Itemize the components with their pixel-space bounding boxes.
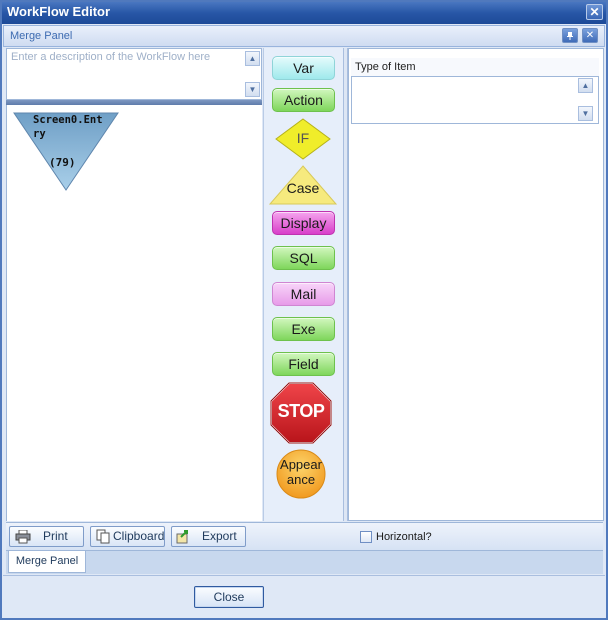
tab-strip — [6, 550, 603, 574]
footer — [3, 575, 605, 618]
scroll-down-icon[interactable]: ▼ — [245, 82, 260, 97]
export-button[interactable]: Export — [171, 526, 246, 547]
var-button[interactable]: Var — [272, 56, 335, 80]
horizontal-checkbox[interactable] — [360, 531, 372, 543]
stop-label: STOP — [277, 401, 325, 421]
window-title: WorkFlow Editor — [0, 0, 608, 24]
horizontal-label: Horizontal? — [376, 531, 432, 543]
panel-header-title: Merge Panel — [3, 25, 605, 47]
clipboard-button[interactable]: Clipboard — [90, 526, 165, 547]
if-label: IF — [296, 130, 310, 146]
type-of-item-field[interactable] — [351, 76, 599, 124]
display-button[interactable]: Display — [272, 211, 335, 235]
pin-icon[interactable] — [562, 28, 578, 43]
node-count: (79) — [49, 156, 76, 169]
sql-button[interactable]: SQL — [272, 246, 335, 270]
exe-button[interactable]: Exe — [272, 317, 335, 341]
printer-icon — [15, 530, 31, 544]
print-button[interactable]: Print — [9, 526, 84, 547]
clipboard-label: Clipboard — [113, 529, 165, 543]
window-close-button[interactable]: ✕ — [586, 4, 603, 20]
description-placeholder: Enter a description of the WorkFlow here — [11, 51, 211, 63]
scroll-up-icon[interactable]: ▲ — [245, 51, 260, 66]
mail-button[interactable]: Mail — [272, 282, 335, 306]
panel-close-icon[interactable]: ✕ — [582, 28, 598, 43]
close-button[interactable]: Close — [194, 586, 264, 608]
export-label: Export — [202, 529, 237, 543]
node-label: Screen0.Entry — [33, 114, 103, 140]
field-button[interactable]: Field — [272, 352, 335, 376]
print-label: Print — [43, 529, 68, 543]
case-label: Case — [286, 180, 320, 196]
type-of-item-label: Type of Item — [351, 58, 599, 76]
type-scroll-up-icon[interactable]: ▲ — [578, 78, 593, 93]
appearance-label: Appearance — [280, 457, 322, 487]
description-input[interactable]: Enter a description of the WorkFlow here — [6, 48, 262, 100]
action-button[interactable]: Action — [272, 88, 335, 112]
tab-merge-panel[interactable]: Merge Panel — [8, 551, 86, 573]
type-scroll-down-icon[interactable]: ▼ — [578, 106, 593, 121]
export-icon — [176, 530, 188, 544]
clipboard-icon — [96, 529, 110, 544]
